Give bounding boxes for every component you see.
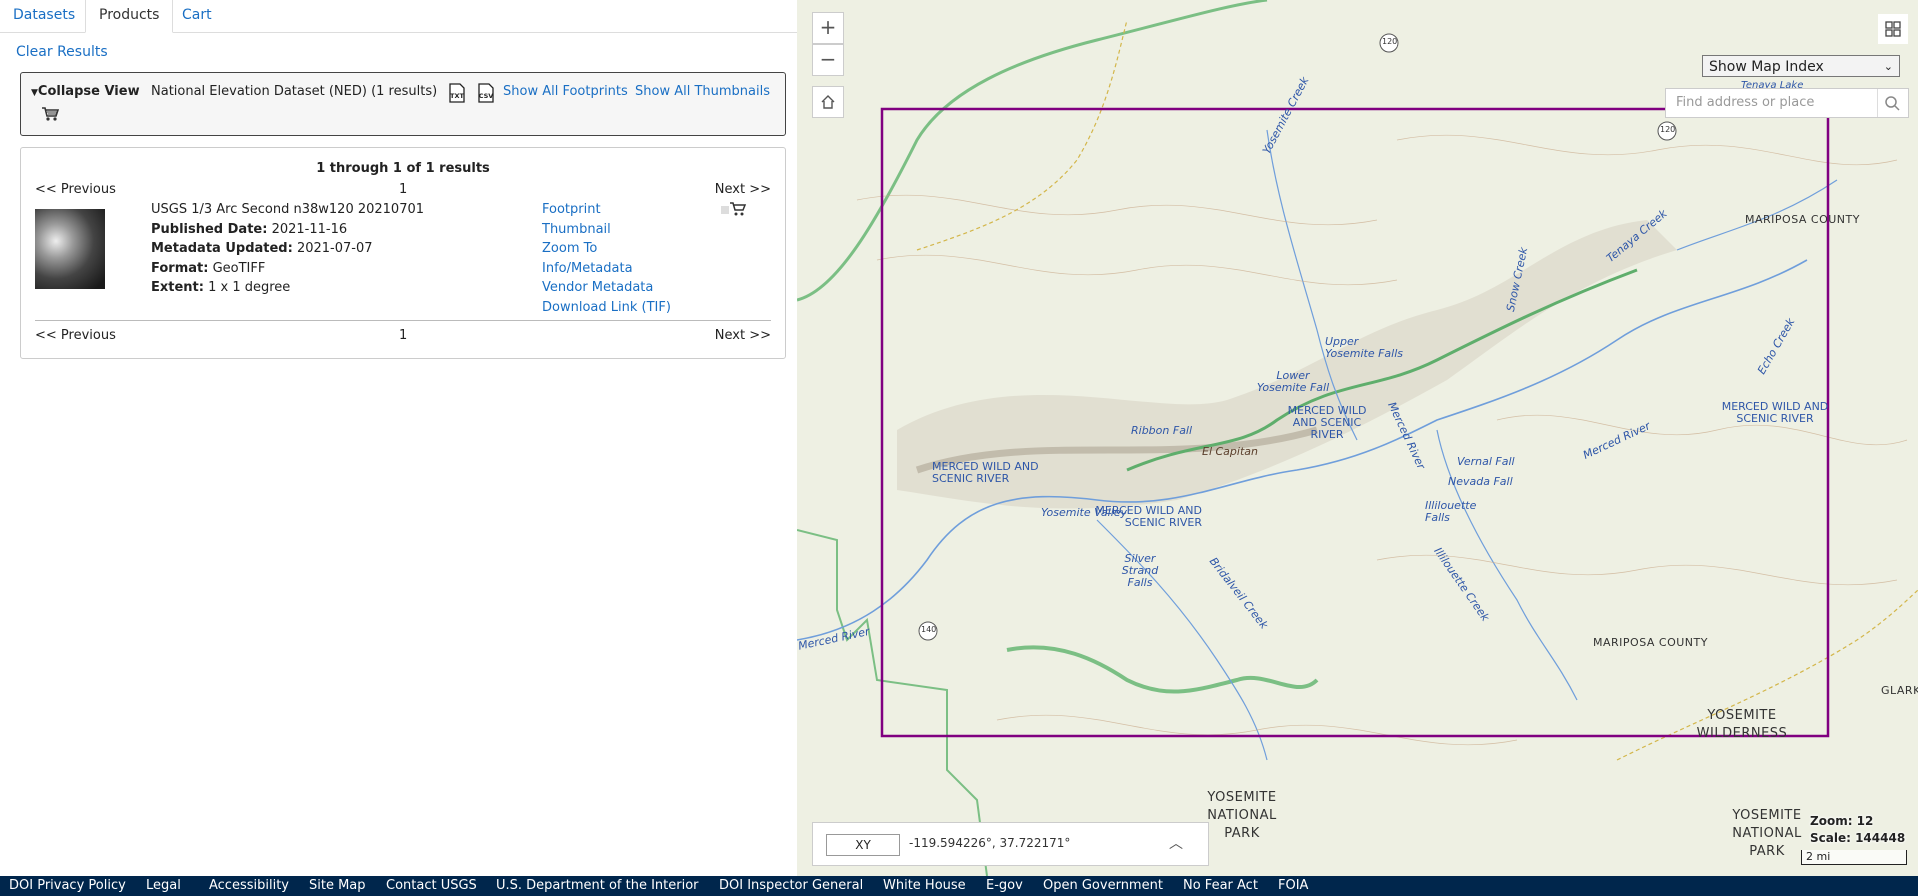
vendor-metadata-link[interactable]: Vendor Metadata bbox=[542, 278, 671, 298]
clear-results-link[interactable]: Clear Results bbox=[16, 44, 108, 60]
search-icon bbox=[1885, 96, 1900, 111]
previous-page-link[interactable]: << Previous bbox=[35, 328, 116, 343]
search-input[interactable] bbox=[1674, 94, 1868, 111]
footer-link-contact[interactable]: Contact USGS bbox=[386, 878, 477, 893]
previous-page-link[interactable]: << Previous bbox=[35, 182, 116, 197]
tab-datasets[interactable]: Datasets bbox=[0, 0, 88, 31]
footer-link-white-house[interactable]: White House bbox=[883, 878, 966, 893]
map-view[interactable]: 120 120 140 MARIPOSA COUNTY MARIPOSA COU… bbox=[797, 0, 1918, 876]
waterfall-label: Nevada Fall bbox=[1448, 475, 1513, 488]
home-button[interactable] bbox=[812, 86, 844, 118]
footer-link-open-government[interactable]: Open Government bbox=[1043, 878, 1163, 893]
chevron-down-icon: ⌄ bbox=[1883, 60, 1893, 73]
place-label: GLARK bbox=[1881, 684, 1918, 697]
wild-scenic-river-label: MERCED WILD AND SCENIC RIVER bbox=[1287, 404, 1367, 441]
product-extent: Extent: 1 x 1 degree bbox=[151, 280, 291, 295]
add-all-to-cart-icon[interactable] bbox=[41, 106, 59, 122]
search-button[interactable] bbox=[1877, 89, 1908, 117]
highway-120-label: 120 bbox=[1382, 37, 1398, 46]
results-list: 1 through 1 of 1 results << Previous 1 N… bbox=[20, 147, 786, 359]
product-format: Format: GeoTIFF bbox=[151, 260, 266, 276]
zoom-out-button[interactable]: − bbox=[812, 44, 844, 76]
dataset-group-header: ▼Collapse View National Elevation Datase… bbox=[20, 72, 786, 136]
txt-file-icon[interactable]: TXT bbox=[448, 83, 466, 103]
caret-down-icon: ▼ bbox=[31, 88, 38, 98]
footer-link-doi[interactable]: U.S. Department of the Interior bbox=[496, 878, 699, 893]
collapse-view-toggle[interactable]: ▼Collapse View bbox=[31, 84, 140, 99]
zoom-scale-info: Zoom: 12 Scale: 144448 bbox=[1810, 813, 1905, 847]
product-metadata: USGS 1/3 Arc Second n38w120 20210701 Pub… bbox=[151, 200, 424, 298]
footer-link-egov[interactable]: E-gov bbox=[986, 878, 1023, 893]
footer-link-privacy[interactable]: DOI Privacy Policy bbox=[9, 878, 126, 893]
waterfall-label: Lower Yosemite Fall bbox=[1256, 369, 1330, 394]
info-metadata-link[interactable]: Info/Metadata bbox=[542, 259, 671, 279]
grid-icon bbox=[1885, 21, 1901, 37]
county-label: MARIPOSA COUNTY bbox=[1593, 636, 1708, 649]
pager-bottom: << Previous 1 Next >> bbox=[21, 328, 785, 344]
tab-cart[interactable]: Cart bbox=[169, 0, 225, 31]
national-park-label: YOSEMITE NATIONAL PARK bbox=[1207, 790, 1277, 841]
wild-scenic-river-label: MERCED WILD AND SCENIC RIVER bbox=[1721, 400, 1829, 425]
waterfall-label: Ribbon Fall bbox=[1131, 424, 1193, 437]
pager-top: << Previous 1 Next >> bbox=[21, 182, 785, 198]
wild-scenic-river-label: MERCED WILD AND SCENIC RIVER bbox=[932, 460, 1039, 485]
download-link-tif[interactable]: Download Link (TIF) bbox=[542, 298, 671, 318]
show-all-thumbnails-link[interactable]: Show All Thumbnails bbox=[635, 84, 770, 99]
landmark-label: El Capitan bbox=[1202, 445, 1258, 458]
next-page-link[interactable]: Next >> bbox=[715, 182, 771, 197]
metadata-updated: Metadata Updated: 2021-07-07 bbox=[151, 241, 373, 256]
svg-text:CSV: CSV bbox=[479, 92, 494, 100]
zoom-in-button[interactable]: + bbox=[812, 12, 844, 44]
home-icon bbox=[821, 95, 835, 109]
svg-text:TXT: TXT bbox=[450, 92, 464, 100]
csv-file-icon[interactable]: CSV bbox=[477, 83, 495, 103]
waterfall-label: Illilouette Falls bbox=[1425, 499, 1477, 524]
results-count: 1 through 1 of 1 results bbox=[316, 161, 490, 176]
waterfall-label: Silver Strand Falls bbox=[1121, 552, 1159, 589]
coordinate-widget: XY -119.594226°, 37.722171° ︿ bbox=[812, 822, 1209, 866]
thumbnail-link[interactable]: Thumbnail bbox=[542, 220, 671, 240]
add-to-cart-icon[interactable] bbox=[721, 201, 747, 217]
footer-link-accessibility[interactable]: Accessibility bbox=[209, 878, 289, 893]
wilderness-label: YOSEMITE WILDERNESS bbox=[1696, 708, 1788, 741]
zoom-level: Zoom: 12 bbox=[1810, 814, 1874, 828]
coordinate-readout: -119.594226°, 37.722171° bbox=[909, 836, 1071, 850]
zoom-to-link[interactable]: Zoom To bbox=[542, 239, 671, 259]
highway-120-label: 120 bbox=[1660, 125, 1676, 134]
show-all-footprints-link[interactable]: Show All Footprints bbox=[503, 84, 628, 99]
footer-link-site-map[interactable]: Site Map bbox=[309, 878, 366, 893]
address-search bbox=[1665, 88, 1909, 118]
scale-value: Scale: 144448 bbox=[1810, 831, 1906, 845]
footer-link-foia[interactable]: FOIA bbox=[1278, 878, 1308, 893]
footprint-link[interactable]: Footprint bbox=[542, 200, 671, 220]
footer-link-inspector-general[interactable]: DOI Inspector General bbox=[719, 878, 863, 893]
product-title: USGS 1/3 Arc Second n38w120 20210701 bbox=[151, 202, 425, 217]
next-page-link[interactable]: Next >> bbox=[715, 328, 771, 343]
dataset-title: National Elevation Dataset (NED) (1 resu… bbox=[151, 84, 438, 99]
county-label: MARIPOSA COUNTY bbox=[1745, 213, 1860, 226]
published-date: Published Date: 2021-11-16 bbox=[151, 221, 348, 237]
footer-link-no-fear-act[interactable]: No Fear Act bbox=[1183, 878, 1258, 893]
footer-link-legal[interactable]: Legal bbox=[146, 878, 181, 893]
national-park-label: YOSEMITE NATIONAL PARK bbox=[1732, 808, 1802, 859]
tab-products[interactable]: Products bbox=[85, 0, 174, 33]
product-links: Footprint Thumbnail Zoom To Info/Metadat… bbox=[542, 200, 671, 317]
results-panel: Datasets Products Cart Clear Results ▼Co… bbox=[0, 0, 797, 876]
tab-bar: Datasets Products Cart bbox=[0, 0, 797, 33]
wild-scenic-river-label: MERCED WILD AND SCENIC RIVER bbox=[1095, 504, 1202, 529]
basemap-gallery-button[interactable] bbox=[1878, 14, 1908, 44]
page-number: 1 bbox=[399, 182, 408, 197]
product-thumbnail[interactable] bbox=[35, 209, 105, 289]
coordinate-mode-button[interactable]: XY bbox=[826, 834, 900, 856]
site-footer: DOI Privacy Policy Legal Accessibility S… bbox=[0, 876, 1918, 896]
waterfall-label: Vernal Fall bbox=[1457, 455, 1515, 468]
page-number: 1 bbox=[399, 328, 408, 343]
highway-140-label: 140 bbox=[921, 625, 937, 634]
waterfall-label: Upper Yosemite Falls bbox=[1325, 335, 1403, 360]
map-index-select[interactable]: Show Map Index ⌄ bbox=[1702, 55, 1900, 77]
divider bbox=[35, 320, 771, 321]
chevron-up-icon[interactable]: ︿ bbox=[1169, 833, 1183, 853]
scale-bar: 2 mi bbox=[1801, 850, 1907, 865]
